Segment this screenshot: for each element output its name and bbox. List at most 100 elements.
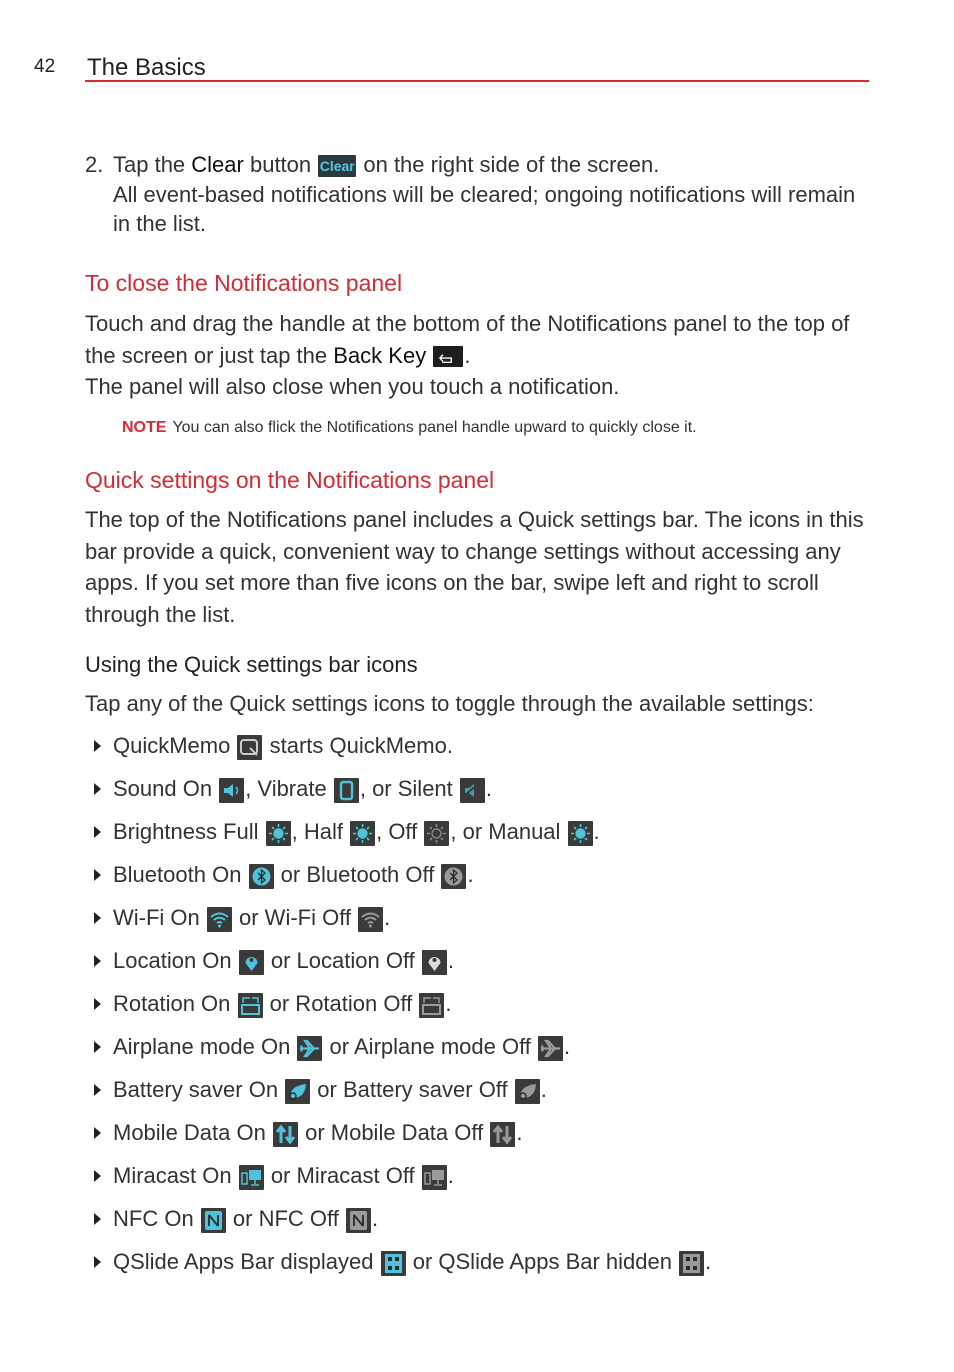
- brightness-half-icon: [350, 820, 376, 846]
- using-intro: Tap any of the Quick settings icons to t…: [85, 691, 814, 716]
- note-text: You can also flick the Notifications pan…: [172, 419, 697, 436]
- rotation-on-icon: [237, 992, 263, 1018]
- list-item: Sound On , Vibrate , or Silent .: [85, 772, 711, 815]
- list-item-text: or NFC Off: [226, 1206, 345, 1231]
- list-item: Bluetooth On or Bluetooth Off .: [85, 858, 711, 901]
- list-item-text: or Location Off: [264, 948, 421, 973]
- bullet-arrow-icon: [94, 912, 101, 924]
- heading-quick-settings: Quick settings on the Notifications pane…: [85, 467, 495, 493]
- nfc-off-icon: [345, 1207, 371, 1233]
- bluetooth-off-icon: [441, 863, 467, 889]
- wifi-off-icon: [358, 906, 384, 932]
- list-item: QSlide Apps Bar displayed or QSlide Apps…: [85, 1245, 711, 1288]
- list-item-text: Sound On: [113, 776, 219, 801]
- bullet-arrow-icon: [94, 1170, 101, 1182]
- bullet-arrow-icon: [94, 826, 101, 838]
- list-item-text: .: [447, 1163, 454, 1188]
- airplane-on-icon: [297, 1035, 323, 1061]
- header-rule: [85, 80, 869, 82]
- list-item-text: Rotation On: [113, 991, 237, 1016]
- page-number: 42: [34, 56, 56, 77]
- list-item-text: .: [540, 1077, 547, 1102]
- list-item-text: or Rotation Off: [263, 991, 419, 1016]
- location-off-icon: [421, 949, 447, 975]
- quick-settings-paragraph: The top of the Notifications panel inclu…: [85, 507, 864, 627]
- mobile-data-off-icon: [490, 1121, 516, 1147]
- back-key-icon: [433, 346, 464, 368]
- clear-button-icon: Clear: [318, 155, 357, 178]
- text: on the right side of the screen.: [357, 152, 660, 177]
- step-2: 2. Tap the Clear button Clear on the rig…: [85, 150, 873, 239]
- list-item-text: Miracast On: [113, 1163, 238, 1188]
- list-item-text: .: [705, 1249, 712, 1274]
- list-item-text: Wi-Fi On: [113, 905, 206, 930]
- text: The panel will also close when you touch…: [85, 374, 620, 399]
- step-number: 2.: [85, 152, 104, 177]
- location-on-icon: [238, 949, 264, 975]
- list-item-text: or Mobile Data Off: [298, 1120, 490, 1145]
- list-item: Mobile Data On or Mobile Data Off .: [85, 1116, 711, 1159]
- list-item-text: , Half: [291, 819, 350, 844]
- rotation-off-icon: [419, 992, 445, 1018]
- list-item-text: QuickMemo: [113, 733, 237, 758]
- step-text: Tap the Clear button Clear on the right …: [113, 150, 873, 239]
- bullet-arrow-icon: [94, 998, 101, 1010]
- vibrate-icon: [333, 777, 359, 803]
- wifi-on-icon: [206, 906, 232, 932]
- list-item-text: Location On: [113, 948, 238, 973]
- silent-icon: [459, 777, 485, 803]
- airplane-off-icon: [538, 1035, 564, 1061]
- list-item-text: .: [445, 991, 452, 1016]
- bullet-arrow-icon: [94, 869, 101, 881]
- list-item: QuickMemo starts QuickMemo.: [85, 729, 711, 772]
- heading-close-panel: To close the Notifications panel: [85, 270, 403, 296]
- section-title: The Basics: [87, 54, 206, 81]
- back-key-label: Back Key: [333, 342, 427, 368]
- list-item-text: Mobile Data On: [113, 1120, 272, 1145]
- list-item: Miracast On or Miracast Off .: [85, 1159, 711, 1202]
- list-item: Battery saver On or Battery saver Off .: [85, 1073, 711, 1116]
- list-item-text: .: [564, 1034, 571, 1059]
- list-item-text: , Off: [376, 819, 424, 844]
- text: All event-based notifications will be cl…: [113, 181, 856, 237]
- bullet-arrow-icon: [94, 1213, 101, 1225]
- list-item-text: .: [384, 905, 391, 930]
- bullet-arrow-icon: [94, 740, 101, 752]
- bullet-arrow-icon: [94, 955, 101, 967]
- bullet-arrow-icon: [94, 1084, 101, 1096]
- text: button: [243, 152, 318, 177]
- list-item-text: .: [485, 776, 493, 801]
- list-item-text: or Battery saver Off: [311, 1077, 514, 1102]
- quick-settings-list: QuickMemo starts QuickMemo. Sound On , Vi…: [85, 729, 711, 1288]
- text: Tap the: [113, 152, 192, 177]
- battery-saver-on-icon: [285, 1078, 311, 1104]
- list-item: Brightness Full , Half , Off , or Manual…: [85, 815, 711, 858]
- bluetooth-on-icon: [248, 863, 274, 889]
- list-item-text: , Vibrate: [245, 776, 333, 801]
- bullet-arrow-icon: [94, 1041, 101, 1053]
- quickmemo-icon: [237, 734, 263, 760]
- close-panel-text: Touch and drag the handle at the bottom …: [85, 308, 875, 403]
- qslide-displayed-icon: [380, 1250, 406, 1276]
- nfc-on-icon: [200, 1207, 226, 1233]
- list-item: Rotation On or Rotation Off .: [85, 987, 711, 1030]
- list-item-text: QSlide Apps Bar displayed: [113, 1249, 380, 1274]
- list-item-text: Brightness Full: [113, 819, 265, 844]
- sound-on-icon: [219, 777, 245, 803]
- list-item-text: .: [467, 862, 474, 887]
- list-item-text: Battery saver On: [113, 1077, 285, 1102]
- list-item: NFC On or NFC Off .: [85, 1202, 711, 1245]
- brightness-full-icon: [265, 820, 291, 846]
- brightness-off-icon: [424, 820, 450, 846]
- list-item: Airplane mode On or Airplane mode Off .: [85, 1030, 711, 1073]
- bullet-arrow-icon: [94, 1256, 101, 1268]
- list-item-text: or Bluetooth Off: [274, 862, 441, 887]
- bullet-arrow-icon: [94, 1127, 101, 1139]
- list-item-text: .: [516, 1120, 523, 1145]
- list-item-text: or Airplane mode Off: [323, 1034, 538, 1059]
- qslide-hidden-icon: [679, 1250, 705, 1276]
- clear-label: Clear: [191, 152, 244, 177]
- miracast-off-icon: [421, 1164, 447, 1190]
- list-item-text: or Miracast Off: [264, 1163, 421, 1188]
- list-item-text: Airplane mode On: [113, 1034, 297, 1059]
